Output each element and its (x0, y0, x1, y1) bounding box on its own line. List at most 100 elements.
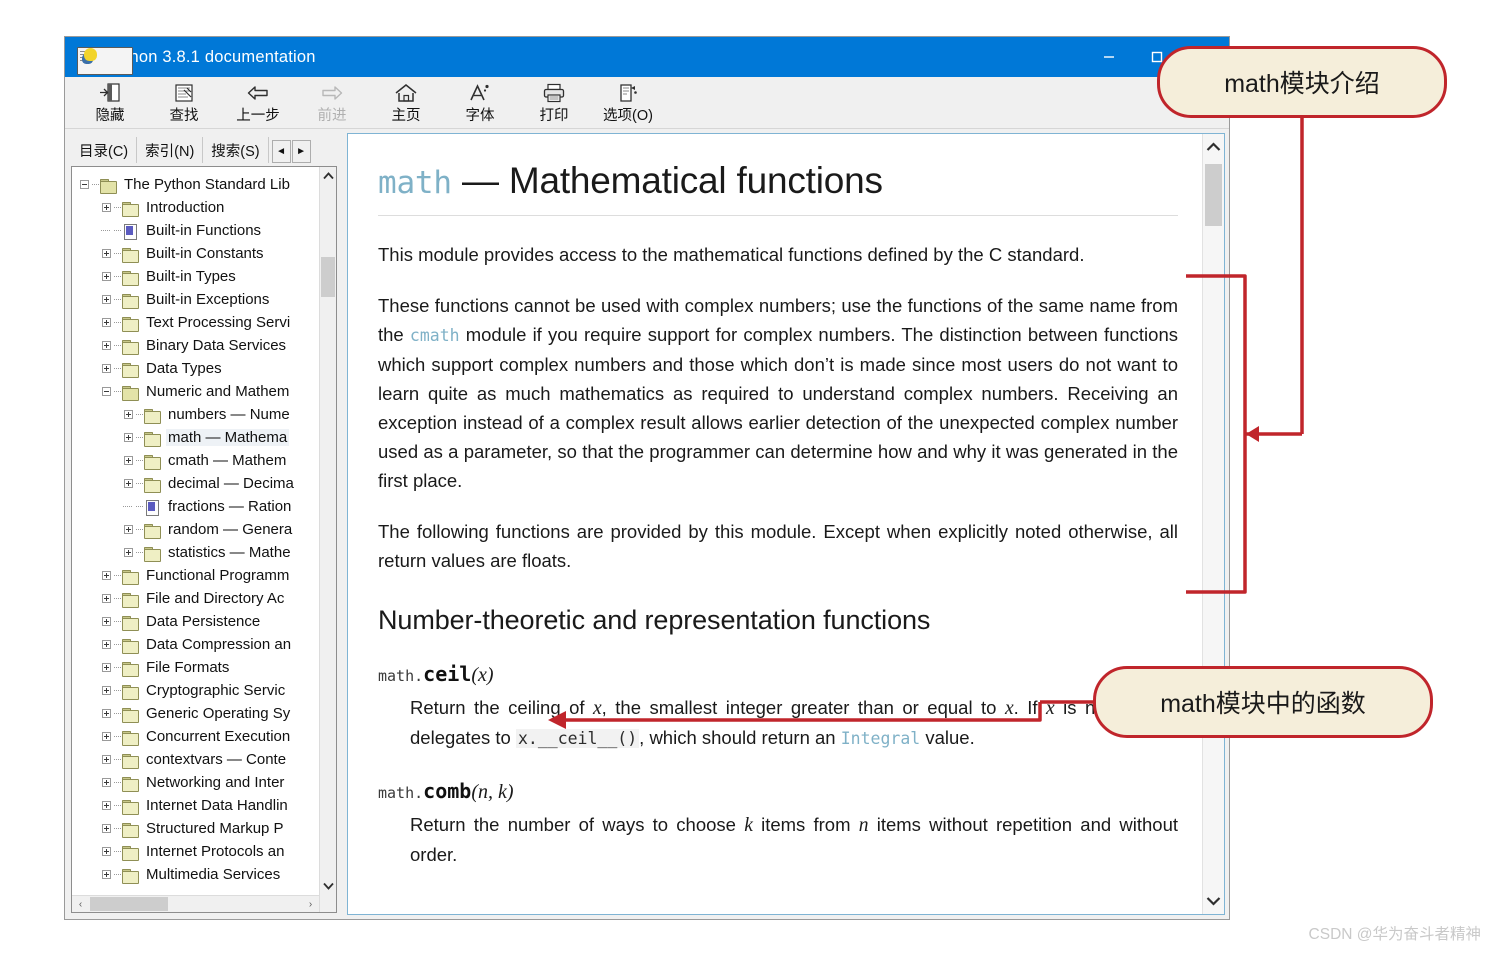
contents-tree-list[interactable]: The Python Standard Lib Introduction Built… (72, 167, 319, 912)
tree-expand-icon[interactable] (98, 840, 114, 863)
tree-item[interactable]: Built-in Types (76, 265, 319, 288)
tree-expand-icon[interactable] (98, 242, 114, 265)
tree-vertical-scrollbar[interactable] (319, 167, 336, 912)
tree-expand-icon[interactable] (98, 564, 114, 587)
tree-item[interactable]: Structured Markup P (76, 817, 319, 840)
tree-expand-icon[interactable] (120, 541, 136, 564)
tree-hscroll-left-icon[interactable]: ‹ (72, 899, 89, 910)
tab-scroll-left-button[interactable]: ◄ (271, 140, 291, 163)
tree-item[interactable]: Numeric and Mathem (76, 380, 319, 403)
tree-item[interactable]: Data Persistence (76, 610, 319, 633)
tree-collapse-icon[interactable] (98, 380, 114, 403)
tree-expand-icon[interactable] (98, 863, 114, 886)
tree-expand-icon[interactable] (98, 196, 114, 219)
tree-expand-icon[interactable] (98, 265, 114, 288)
tree-item[interactable]: Built-in Constants (76, 242, 319, 265)
tree-hscroll-thumb[interactable] (90, 897, 168, 911)
tree-item[interactable]: Concurrent Execution (76, 725, 319, 748)
tree-expand-icon[interactable] (98, 633, 114, 656)
tree-item[interactable]: Built-in Functions (76, 219, 319, 242)
tree-expand-icon[interactable] (98, 334, 114, 357)
tree-item[interactable]: The Python Standard Lib (76, 173, 319, 196)
tree-item[interactable]: Multimedia Services (76, 863, 319, 886)
tree-expand-icon[interactable] (98, 311, 114, 334)
tree-expand-icon[interactable] (98, 357, 114, 380)
tree-expand-icon[interactable] (120, 449, 136, 472)
document-scroll-down-icon[interactable] (1203, 888, 1224, 914)
tree-expand-icon[interactable] (98, 725, 114, 748)
document-vertical-scrollbar[interactable] (1202, 134, 1224, 914)
tree-item[interactable]: numbers — Nume (76, 403, 319, 426)
tree-item[interactable]: statistics — Mathe (76, 541, 319, 564)
tree-item[interactable]: decimal — Decima (76, 472, 319, 495)
tree-item[interactable]: Internet Data Handlin (76, 794, 319, 817)
tree-item[interactable]: Text Processing Servi (76, 311, 319, 334)
tree-item[interactable]: random — Genera (76, 518, 319, 541)
folder-icon (121, 867, 140, 884)
document-scroll-thumb[interactable] (1205, 164, 1222, 226)
callout-math-intro: math模块介绍 (1157, 46, 1447, 118)
tree-connector (136, 483, 143, 484)
tree-expand-icon[interactable] (98, 656, 114, 679)
tree-hscroll-right-icon[interactable]: › (302, 899, 319, 910)
toolbar-button-back[interactable]: 上一步 (221, 77, 295, 129)
tree-item[interactable]: Internet Protocols an (76, 840, 319, 863)
tree-item[interactable]: Binary Data Services (76, 334, 319, 357)
tree-horizontal-scrollbar[interactable]: ‹ › (72, 895, 319, 912)
tree-expand-icon[interactable] (120, 403, 136, 426)
tree-expand-icon[interactable] (98, 702, 114, 725)
tree-item[interactable]: File and Directory Ac (76, 587, 319, 610)
tree-connector (114, 644, 121, 645)
toolbar-button-hide[interactable]: 隐藏 (73, 77, 147, 129)
toolbar-button-forward[interactable]: 前进 (295, 77, 369, 129)
tree-expand-icon[interactable] (98, 748, 114, 771)
tree-expand-icon[interactable] (98, 587, 114, 610)
tree-scroll-down-icon[interactable] (320, 877, 336, 894)
tree-leaf-connector (120, 495, 136, 518)
tree-item[interactable]: cmath — Mathem (76, 449, 319, 472)
toolbar-button-font[interactable]: 字体 (443, 77, 517, 129)
tree-scroll-up-icon[interactable] (320, 167, 336, 184)
tree-item-label: Structured Markup P (146, 820, 284, 837)
tree-item[interactable]: Introduction (76, 196, 319, 219)
tab-search[interactable]: 搜索(S) (203, 137, 269, 163)
toolbar-button-print[interactable]: 打印 (517, 77, 591, 129)
tree-item[interactable]: Built-in Exceptions (76, 288, 319, 311)
cmath-code-ref[interactable]: cmath (410, 326, 460, 345)
tree-scroll-thumb[interactable] (321, 257, 335, 297)
tree-expand-icon[interactable] (98, 794, 114, 817)
tab-index[interactable]: 索引(N) (137, 137, 204, 163)
title-divider (378, 214, 1178, 216)
tree-expand-icon[interactable] (120, 426, 136, 449)
tab-scroll-right-button[interactable]: ► (291, 140, 311, 163)
tree-item[interactable]: fractions — Ration (76, 495, 319, 518)
tree-item[interactable]: Networking and Inter (76, 771, 319, 794)
tree-item[interactable]: Cryptographic Servic (76, 679, 319, 702)
toolbar-button-options[interactable]: 选项(O) (591, 77, 665, 129)
tree-collapse-icon[interactable] (76, 173, 92, 196)
tree-expand-icon[interactable] (98, 679, 114, 702)
tree-item[interactable]: Functional Programm (76, 564, 319, 587)
tree-expand-icon[interactable] (98, 288, 114, 311)
tree-item[interactable]: Generic Operating Sy (76, 702, 319, 725)
toolbar-button-search[interactable]: 查找 (147, 77, 221, 129)
tree-item[interactable]: contextvars — Conte (76, 748, 319, 771)
integral-link[interactable]: Integral (841, 729, 920, 748)
tree-item[interactable]: math — Mathema (76, 426, 319, 449)
tree-item[interactable]: Data Types (76, 357, 319, 380)
minimize-button[interactable] (1085, 37, 1133, 77)
tree-item[interactable]: Data Compression an (76, 633, 319, 656)
toolbar-button-home[interactable]: 主页 (369, 77, 443, 129)
chm-help-icon (75, 46, 133, 75)
tree-expand-icon[interactable] (98, 771, 114, 794)
page-icon (143, 499, 162, 516)
tree-expand-icon[interactable] (98, 610, 114, 633)
tree-item[interactable]: File Formats (76, 656, 319, 679)
desc-b: items from (752, 813, 859, 835)
tree-expand-icon[interactable] (120, 518, 136, 541)
function-prefix: math. (378, 783, 424, 802)
tab-contents[interactable]: 目录(C) (71, 137, 138, 163)
tree-expand-icon[interactable] (98, 817, 114, 840)
document-scroll-up-icon[interactable] (1203, 134, 1224, 160)
tree-expand-icon[interactable] (120, 472, 136, 495)
